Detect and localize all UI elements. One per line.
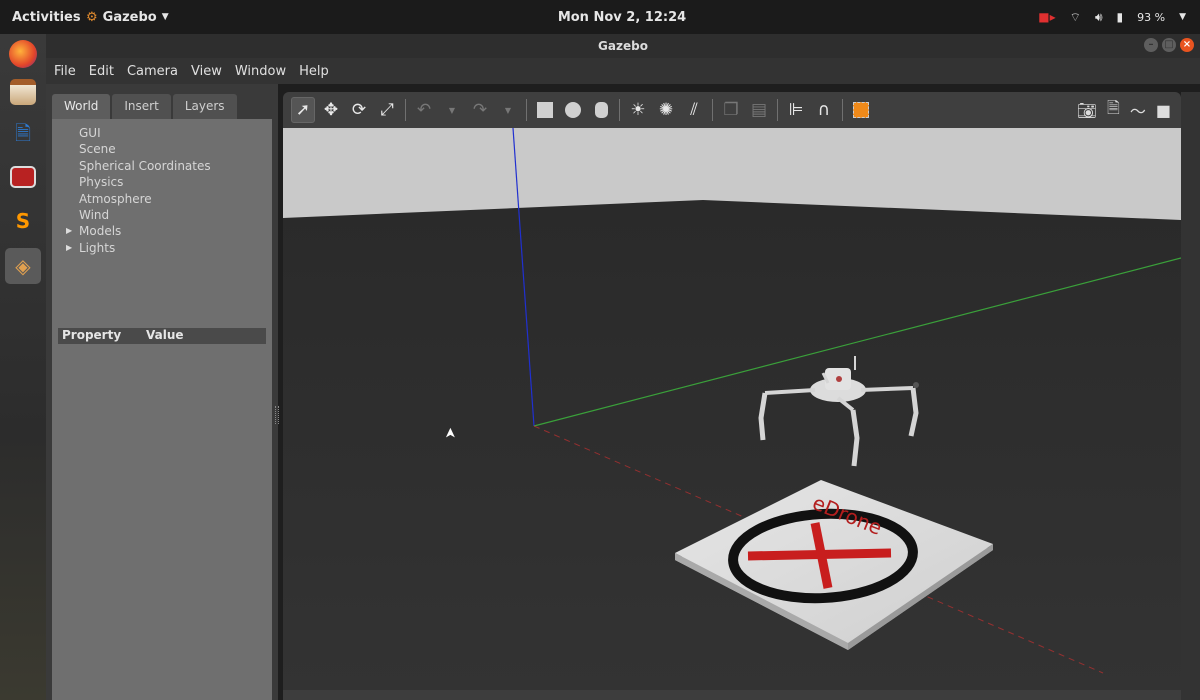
world-tree: GUI Scene Spherical Coordinates Physics … bbox=[52, 119, 272, 700]
tree-item-label: Wind bbox=[79, 207, 110, 222]
close-button[interactable]: × bbox=[1180, 38, 1194, 52]
menu-window[interactable]: Window bbox=[235, 64, 286, 79]
tree-item-lights[interactable]: ▶ Lights bbox=[52, 240, 272, 256]
scale-mode-icon[interactable]: ⤢ bbox=[375, 97, 399, 123]
tree-item-label: Lights bbox=[79, 240, 116, 255]
box-shape-icon[interactable] bbox=[533, 97, 557, 123]
tree-item-label: Atmosphere bbox=[79, 191, 152, 206]
presentation-app-icon[interactable] bbox=[10, 166, 36, 188]
volume-icon[interactable]: 🔊︎ bbox=[1095, 10, 1103, 25]
toolbar-separator bbox=[712, 99, 713, 121]
battery-icon[interactable]: ▮ bbox=[1117, 10, 1124, 24]
tree-item-label: Physics bbox=[79, 175, 124, 190]
cylinder-shape-icon[interactable] bbox=[589, 97, 613, 123]
rotate-mode-icon[interactable]: ⟳ bbox=[347, 97, 371, 123]
system-top-bar: Activities ⚙ Gazebo ▼ Mon Nov 2, 12:24 ■… bbox=[0, 0, 1200, 34]
select-mode-icon[interactable]: ➚ bbox=[291, 97, 315, 123]
bottom-time-panel bbox=[283, 690, 1181, 700]
spot-light-icon[interactable]: ✺ bbox=[654, 97, 678, 123]
log-icon[interactable]: 🗎 bbox=[1107, 97, 1120, 124]
maximize-button[interactable]: □ bbox=[1162, 38, 1176, 52]
expand-arrow-icon[interactable]: ▶ bbox=[66, 240, 72, 256]
chevron-down-icon[interactable]: ▼ bbox=[1179, 12, 1186, 22]
tree-item-label: Models bbox=[79, 224, 122, 239]
activities-button[interactable]: Activities bbox=[0, 10, 86, 25]
screenshot-camera-icon[interactable]: 📷︎ bbox=[1077, 101, 1097, 120]
left-panel: World Insert Layers GUI Scene Spherical … bbox=[46, 84, 278, 700]
menu-edit[interactable]: Edit bbox=[89, 64, 114, 79]
panel-splitter-handle[interactable] bbox=[275, 406, 279, 424]
video-record-icon[interactable]: ■ bbox=[1156, 101, 1171, 120]
toolbar-right-group: 📷︎ 🗎 〜 ■ bbox=[1077, 92, 1171, 128]
toolbar-separator bbox=[777, 99, 778, 121]
undo-icon[interactable]: ↶ bbox=[412, 97, 436, 123]
undo-dropdown-icon[interactable]: ▼ bbox=[440, 97, 464, 123]
menu-camera[interactable]: Camera bbox=[127, 64, 178, 79]
menu-file[interactable]: File bbox=[54, 64, 76, 79]
tree-item-label: Scene bbox=[79, 142, 116, 157]
system-tray[interactable]: ■▸ ⌔ 🔊︎ ▮ 93 % ▼ bbox=[1038, 0, 1186, 34]
scene-viewport[interactable]: eDrone bbox=[283, 128, 1181, 690]
value-column-header: Value bbox=[146, 328, 184, 342]
point-light-icon[interactable]: ☀ bbox=[626, 97, 650, 123]
property-table-header: Property Value bbox=[58, 328, 266, 344]
copy-icon[interactable]: ❐ bbox=[719, 97, 743, 123]
gazebo-dock-icon[interactable]: ◈ bbox=[5, 248, 41, 284]
property-column-header: Property bbox=[62, 328, 122, 342]
menu-bar: File Edit Camera View Window Help bbox=[46, 58, 1200, 84]
directional-light-icon[interactable]: ⫽ bbox=[682, 97, 706, 123]
tab-world[interactable]: World bbox=[52, 94, 111, 119]
files-app-icon[interactable] bbox=[10, 79, 36, 105]
tab-insert[interactable]: Insert bbox=[112, 94, 171, 119]
tree-item-atmosphere[interactable]: Atmosphere bbox=[52, 191, 272, 207]
app-menu-label: Gazebo bbox=[102, 9, 157, 25]
plot-icon[interactable]: 〜 bbox=[1130, 98, 1146, 122]
ground-plane bbox=[283, 200, 1181, 690]
tree-item-label: GUI bbox=[79, 126, 101, 140]
toolbar-separator bbox=[405, 99, 406, 121]
tab-layers[interactable]: Layers bbox=[172, 94, 237, 119]
toolbar-separator bbox=[842, 99, 843, 121]
text-document-icon[interactable]: 🗎 bbox=[5, 118, 41, 154]
expand-arrow-icon[interactable]: ▶ bbox=[66, 223, 72, 239]
dock: 🗎 S ◈ bbox=[0, 34, 46, 700]
screen-record-icon[interactable]: ■▸ bbox=[1038, 10, 1055, 24]
app-menu[interactable]: ⚙ Gazebo ▼ bbox=[86, 10, 169, 25]
menu-help[interactable]: Help bbox=[299, 64, 329, 79]
tree-item-wind[interactable]: Wind bbox=[52, 207, 272, 223]
wifi-icon[interactable]: ⌔ bbox=[1070, 10, 1081, 25]
clock[interactable]: Mon Nov 2, 12:24 bbox=[0, 10, 1200, 25]
firefox-icon[interactable] bbox=[9, 40, 37, 68]
right-panel-collapsed[interactable] bbox=[1181, 92, 1200, 700]
mouse-cursor-icon: ➤ bbox=[441, 427, 458, 439]
scene-render: eDrone bbox=[283, 128, 1181, 690]
left-panel-tabs: World Insert Layers bbox=[52, 94, 237, 119]
toolbar-separator bbox=[619, 99, 620, 121]
sublime-text-icon[interactable]: S bbox=[5, 203, 41, 239]
translate-mode-icon[interactable]: ✥ bbox=[319, 97, 343, 123]
snap-icon[interactable]: ∩ bbox=[812, 97, 836, 123]
tree-item-models[interactable]: ▶ Models bbox=[52, 223, 272, 239]
paste-icon[interactable]: ▤ bbox=[747, 97, 771, 123]
toolbar-separator bbox=[526, 99, 527, 121]
align-icon[interactable]: ⊫ bbox=[784, 97, 808, 123]
scene-toolbar: ➚ ✥ ⟳ ⤢ ↶ ▼ ↷ ▼ ☀ ✺ ⫽ ❐ ▤ ⊫ ∩ 📷︎ 🗎 〜 ■ bbox=[283, 92, 1181, 128]
minimize-button[interactable]: – bbox=[1144, 38, 1158, 52]
battery-percentage: 93 % bbox=[1137, 10, 1166, 24]
sphere-shape-icon[interactable] bbox=[561, 97, 585, 123]
tree-item-gui[interactable]: GUI bbox=[52, 125, 272, 141]
gazebo-app-icon: ⚙ bbox=[86, 9, 98, 25]
tree-item-spherical-coordinates[interactable]: Spherical Coordinates bbox=[52, 158, 272, 174]
tree-item-scene[interactable]: Scene bbox=[52, 141, 272, 157]
tree-item-label: Spherical Coordinates bbox=[79, 158, 211, 173]
redo-icon[interactable]: ↷ bbox=[468, 97, 492, 123]
tree-item-physics[interactable]: Physics bbox=[52, 174, 272, 190]
window-title: Gazebo bbox=[598, 39, 648, 53]
menu-view[interactable]: View bbox=[191, 64, 222, 79]
chevron-down-icon: ▼ bbox=[161, 12, 169, 22]
window-title-bar[interactable]: Gazebo – □ × bbox=[46, 34, 1200, 58]
redo-dropdown-icon[interactable]: ▼ bbox=[496, 97, 520, 123]
change-view-icon[interactable] bbox=[849, 97, 873, 123]
